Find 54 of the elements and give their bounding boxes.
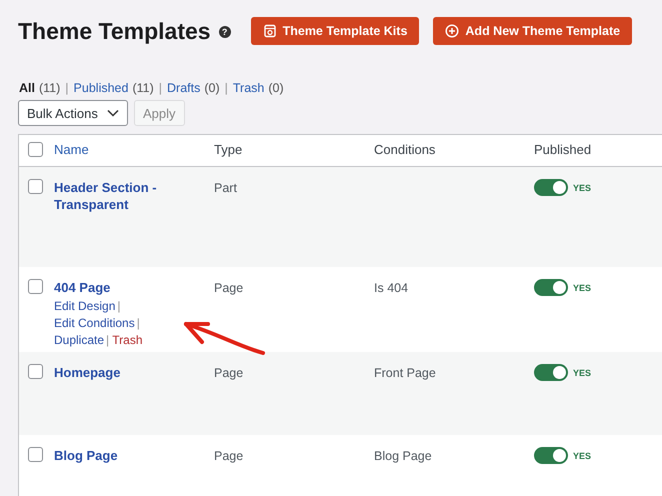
plus-icon	[445, 24, 460, 38]
chevron-down-icon	[107, 109, 119, 117]
published-toggle[interactable]	[534, 279, 568, 296]
filter-separator: |	[65, 81, 69, 95]
filter-count: (0)	[268, 81, 284, 95]
action-separator: |	[136, 316, 140, 330]
filter-link[interactable]: All	[19, 81, 35, 95]
conditions-cell: Blog Page	[374, 449, 432, 463]
status-label: YES	[573, 450, 592, 460]
kit-icon	[262, 24, 277, 38]
row-action-link[interactable]: Edit Design	[54, 299, 116, 313]
select-all-checkbox[interactable]	[28, 142, 43, 157]
type-cell: Page	[214, 281, 244, 295]
page-title: Theme Templates	[18, 18, 211, 44]
filter-link[interactable]: Published	[74, 81, 128, 95]
add-template-button[interactable]: Add New Theme Template	[433, 17, 632, 45]
type-cell: Page	[214, 449, 244, 463]
column-header: Conditions	[374, 142, 436, 157]
template-name-link[interactable]: 404 Page	[54, 279, 164, 296]
template-name-link[interactable]: Header Section - Transparent	[54, 179, 164, 213]
action-separator: |	[117, 299, 120, 313]
type-cell: Page	[214, 366, 244, 380]
bulk-actions-select[interactable]: Bulk Actions	[18, 100, 128, 126]
filter-separator: |	[158, 81, 162, 95]
filter-count: (11)	[38, 81, 60, 95]
filter-count: (11)	[132, 81, 154, 95]
row-action-link[interactable]: Duplicate	[54, 333, 104, 347]
template-kits-button[interactable]: Theme Template Kits	[250, 17, 420, 45]
column-header[interactable]: Name	[54, 142, 89, 157]
status-label: YES	[573, 182, 592, 192]
template-name-link[interactable]: Blog Page	[54, 447, 164, 464]
action-separator: |	[106, 333, 110, 347]
published-toggle[interactable]	[534, 447, 568, 464]
published-toggle[interactable]	[534, 179, 568, 196]
conditions-cell: Is 404	[374, 281, 408, 295]
filter-link[interactable]: Drafts	[167, 81, 200, 95]
row-checkbox[interactable]	[28, 279, 43, 294]
filter-count: (0)	[204, 81, 220, 95]
template-name-link[interactable]: Homepage	[54, 364, 164, 381]
column-header: Published	[534, 142, 592, 157]
trash-link[interactable]: Trash	[112, 333, 143, 347]
row-checkbox[interactable]	[28, 447, 43, 462]
column-header: Type	[214, 142, 242, 157]
conditions-cell: Front Page	[374, 366, 436, 380]
status-label: YES	[573, 368, 592, 378]
filter-link[interactable]: Trash	[232, 81, 264, 95]
row-checkbox[interactable]	[28, 179, 43, 194]
row-checkbox[interactable]	[28, 364, 43, 379]
help-icon[interactable]: ?	[218, 26, 231, 38]
row-action-link[interactable]: Edit Conditions	[54, 316, 135, 330]
status-label: YES	[573, 282, 592, 292]
filter-separator: |	[224, 81, 228, 95]
type-cell: Part	[214, 181, 237, 195]
published-toggle[interactable]	[534, 364, 568, 381]
